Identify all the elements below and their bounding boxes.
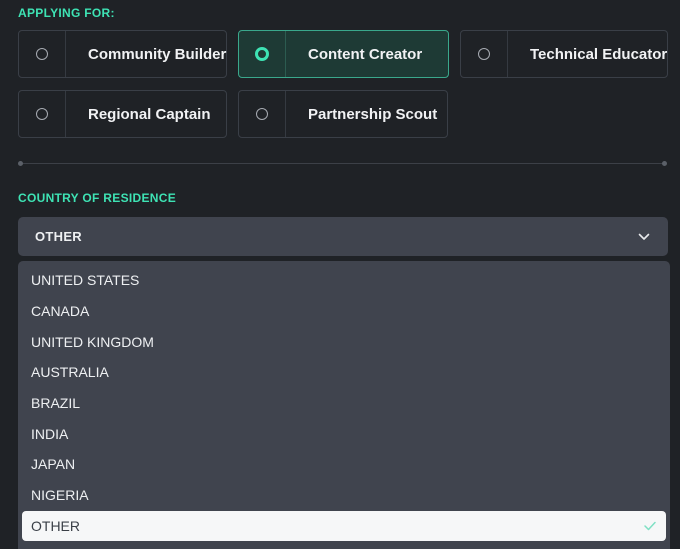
option-label: Partnership Scout <box>308 105 438 123</box>
option-content-creator[interactable]: Content Creator <box>238 30 449 78</box>
option-label: Content Creator <box>308 45 423 63</box>
country-option-label: NIGERIA <box>31 487 89 504</box>
country-option-label: UNITED KINGDOM <box>31 333 154 350</box>
country-option-label: OTHER <box>31 517 80 534</box>
country-option-label: INDIA <box>31 425 69 442</box>
radio-cell <box>239 31 286 77</box>
applying-for-label: APPLYING FOR: <box>18 6 115 20</box>
option-community-builder[interactable]: Community Builder <box>18 30 227 78</box>
country-option-label: BRAZIL <box>31 395 81 412</box>
option-label: Technical Educator <box>530 45 668 63</box>
option-regional-captain[interactable]: Regional Captain <box>18 90 227 138</box>
radio-icon[interactable] <box>36 48 48 60</box>
country-dropdown-list: UNITED STATES CANADA UNITED KINGDOM AUST… <box>18 261 670 549</box>
radio-cell <box>239 91 286 137</box>
country-option-united-kingdom[interactable]: UNITED KINGDOM <box>18 326 670 357</box>
chevron-down-icon[interactable] <box>638 233 650 241</box>
country-option-label: UNITED STATES <box>31 272 140 289</box>
radio-icon[interactable] <box>256 108 268 120</box>
country-option-label: AUSTRALIA <box>31 364 109 381</box>
radio-cell <box>19 31 66 77</box>
country-option-other[interactable]: OTHER <box>22 510 666 542</box>
divider-dot <box>18 161 23 166</box>
radio-cell <box>461 31 508 77</box>
option-technical-educator[interactable]: Technical Educator <box>460 30 668 78</box>
country-option-label: JAPAN <box>31 456 76 473</box>
country-select[interactable]: OTHER <box>18 217 668 256</box>
country-option-india[interactable]: INDIA <box>18 418 670 449</box>
country-option-japan[interactable]: JAPAN <box>18 449 670 480</box>
radio-icon[interactable] <box>478 48 490 60</box>
divider-dot <box>662 161 667 166</box>
option-label: Community Builder <box>88 45 227 63</box>
country-option-label: CANADA <box>31 303 90 320</box>
section-divider <box>18 161 667 166</box>
radio-cell <box>19 91 66 137</box>
country-select-value: OTHER <box>35 229 82 244</box>
country-option-canada[interactable]: CANADA <box>18 296 670 327</box>
country-option-brazil[interactable]: BRAZIL <box>18 388 670 419</box>
country-label: COUNTRY OF RESIDENCE <box>18 191 177 205</box>
country-option-nigeria[interactable]: NIGERIA <box>18 480 670 511</box>
option-partnership-scout[interactable]: Partnership Scout <box>238 90 448 138</box>
country-option-united-states[interactable]: UNITED STATES <box>18 265 670 296</box>
country-option-australia[interactable]: AUSTRALIA <box>18 357 670 388</box>
radio-icon[interactable] <box>36 108 48 120</box>
option-label: Regional Captain <box>88 105 211 123</box>
radio-selected-icon[interactable] <box>255 47 269 61</box>
check-icon <box>644 521 656 531</box>
